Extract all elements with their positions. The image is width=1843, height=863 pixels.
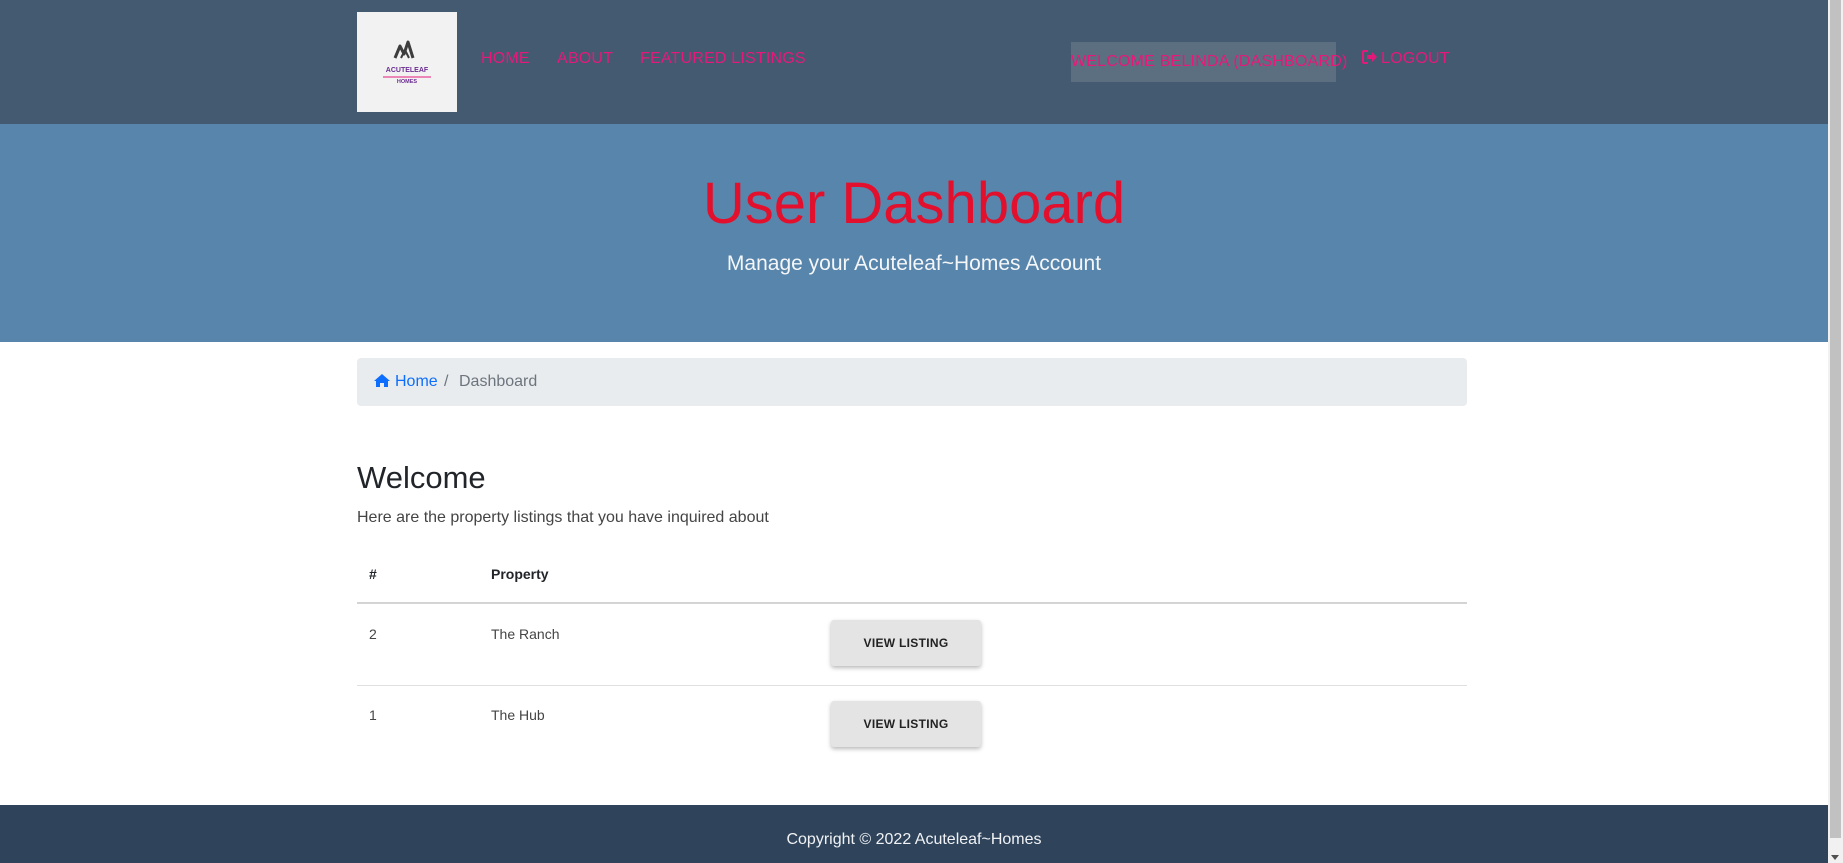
nav-link-featured-listings[interactable]: FEATURED LISTINGS	[640, 50, 806, 68]
table-row: 2 The Ranch VIEW LISTING	[357, 604, 1467, 686]
logo-text-line1: ACUTELEAF	[386, 67, 429, 74]
page-subtitle: Manage your Acuteleaf~Homes Account	[726, 252, 1102, 275]
breadcrumb-home-label: Home	[395, 373, 438, 390]
page-title: User Dashboard	[702, 171, 1126, 236]
page: ACUTELEAF HOMES HOME ABOUT FEATURED LIST…	[0, 0, 1828, 863]
scrollbar-thumb[interactable]	[1830, 0, 1841, 838]
nav-link-home[interactable]: HOME	[481, 50, 530, 68]
logout-link[interactable]: LOGOUT	[1362, 50, 1450, 68]
footer: Copyright © 2022 Acuteleaf~Homes	[0, 805, 1828, 863]
breadcrumb-separator: /	[444, 373, 449, 390]
row-property: The Hub	[491, 707, 545, 723]
brand-logo[interactable]: ACUTELEAF HOMES	[357, 12, 457, 112]
top-navbar: ACUTELEAF HOMES HOME ABOUT FEATURED LIST…	[0, 0, 1828, 124]
sign-out-icon	[1362, 50, 1377, 64]
logo-mark-icon: ACUTELEAF HOMES	[383, 40, 431, 85]
vertical-scrollbar[interactable]	[1828, 0, 1843, 863]
logo-text-line2: HOMES	[397, 79, 418, 85]
breadcrumb-current: Dashboard	[459, 373, 538, 390]
welcome-dashboard-link[interactable]: WELCOME BELINDA (DASHBOARD)	[1071, 42, 1347, 82]
hero-banner: User Dashboard Manage your Acuteleaf~Hom…	[0, 124, 1828, 342]
table-header-property: Property	[491, 566, 549, 582]
table-header-number: #	[369, 566, 377, 582]
view-listing-button[interactable]: VIEW LISTING	[831, 701, 981, 747]
footer-copyright: Copyright © 2022 Acuteleaf~Homes	[786, 831, 1042, 848]
chevron-down-icon[interactable]	[1831, 855, 1839, 860]
home-icon	[374, 374, 390, 387]
welcome-heading: Welcome	[357, 460, 486, 495]
breadcrumb-home-link[interactable]: Home	[373, 358, 438, 406]
breadcrumb: Home / Dashboard	[357, 358, 1467, 406]
row-id: 1	[369, 707, 377, 723]
row-property: The Ranch	[491, 626, 560, 642]
welcome-description: Here are the property listings that you …	[357, 509, 769, 526]
table-row: 1 The Hub VIEW LISTING	[357, 685, 1467, 766]
logout-label: LOGOUT	[1381, 50, 1450, 67]
view-listing-button[interactable]: VIEW LISTING	[831, 620, 981, 666]
row-id: 2	[369, 626, 377, 642]
nav-link-about[interactable]: ABOUT	[557, 50, 613, 68]
